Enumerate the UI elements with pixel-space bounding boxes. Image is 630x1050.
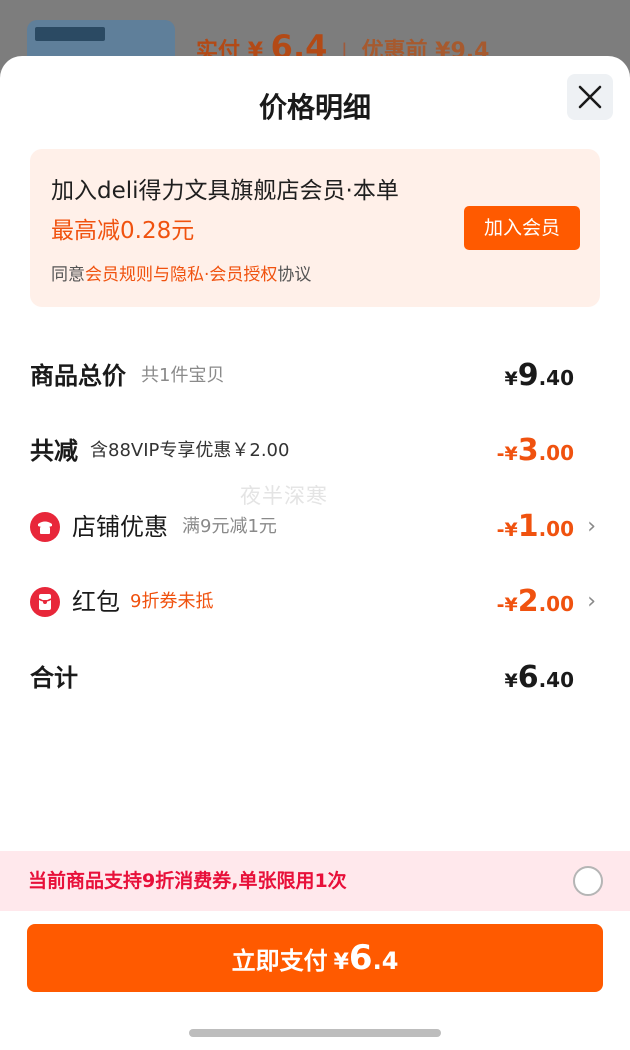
row-red-packet[interactable]: 红包 9折券未抵 -¥2.00 ›	[30, 582, 600, 622]
sum-currency: ¥	[504, 670, 518, 692]
chevron-right-icon: ›	[587, 589, 596, 614]
red-packet-currency: -¥	[496, 594, 518, 616]
agreement-suffix: 协议	[277, 265, 312, 285]
reduction-amount: -¥3.00	[497, 431, 574, 475]
row-sum: 合计 ¥6.40	[30, 658, 600, 698]
shop-discount-amount: -¥1.00	[497, 507, 574, 551]
coupon-strip: 当前商品支持9折消费券,单张限用1次	[0, 851, 630, 911]
red-packet-dec: .00	[538, 592, 574, 616]
total-price-dec: .40	[538, 366, 574, 390]
reduction-label: 共减	[30, 437, 78, 465]
total-price-amount: ¥9.40	[504, 356, 574, 400]
total-price-count: 共1件宝贝	[141, 365, 225, 386]
pay-currency: ¥	[333, 950, 349, 975]
red-packet-amount: -¥2.00	[497, 582, 574, 626]
member-promo-line: 加入deli得力文具旗舰店会员·本单	[51, 178, 399, 204]
member-promo-text: 加入deli得力文具旗舰店会员·本单最高减0.28元	[51, 171, 421, 251]
red-packet-int: 2	[517, 584, 539, 619]
member-banner: 加入deli得力文具旗舰店会员·本单最高减0.28元 同意会员规则与隐私·会员授…	[30, 149, 600, 307]
join-member-button[interactable]: 加入会员	[464, 206, 580, 250]
row-shop-discount[interactable]: 店铺优惠 满9元减1元 -¥1.00 ›	[30, 507, 600, 547]
product-thumbnail-tag	[35, 27, 105, 41]
shop-discount-label: 店铺优惠	[72, 513, 168, 541]
sum-dec: .40	[538, 668, 574, 692]
home-indicator[interactable]	[189, 1029, 441, 1037]
reduction-dec: .00	[538, 441, 574, 465]
pay-dec: .4	[372, 947, 399, 975]
member-agreement: 同意会员规则与隐私·会员授权协议	[51, 260, 311, 285]
chevron-right-icon: ›	[587, 514, 596, 539]
close-button[interactable]	[567, 74, 613, 120]
agreement-prefix: 同意	[51, 265, 85, 285]
sum-label: 合计	[30, 664, 78, 692]
pay-int: 6	[348, 938, 373, 978]
pay-label: 立即支付	[231, 947, 328, 975]
member-promo-highlight: 最高减0.28元	[51, 218, 195, 244]
red-envelope-icon	[30, 587, 60, 617]
shop-discount-rule: 满9元减1元	[182, 516, 277, 537]
shop-discount-currency: -¥	[496, 519, 518, 541]
reduction-detail: 含88VIP专享优惠￥2.00	[90, 440, 290, 461]
shop-discount-dec: .00	[538, 517, 574, 541]
coupon-radio[interactable]	[573, 866, 603, 896]
agreement-link[interactable]: 会员规则与隐私·会员授权	[85, 265, 277, 285]
reduction-int: 3	[517, 433, 539, 468]
coupon-text: 当前商品支持9折消费券,单张限用1次	[28, 870, 347, 892]
watermark: 夜半深寒	[240, 484, 328, 508]
row-total-reduction: 共减 含88VIP专享优惠￥2.00 -¥3.00	[30, 431, 600, 471]
total-price-currency: ¥	[504, 368, 518, 390]
sheet-title: 价格明细	[258, 91, 371, 124]
shop-discount-int: 1	[517, 509, 539, 544]
red-packet-status: 9折券未抵	[130, 591, 214, 612]
red-packet-label: 红包	[72, 588, 120, 616]
total-price-label: 商品总价	[30, 362, 126, 390]
shop-icon	[30, 512, 60, 542]
total-price-int: 9	[517, 358, 539, 393]
sum-int: 6	[517, 660, 539, 695]
sum-amount: ¥6.40	[504, 658, 574, 702]
row-total-price: 商品总价 共1件宝贝 ¥9.40	[30, 356, 600, 396]
pay-now-button[interactable]: 立即支付 ¥6.4	[27, 924, 603, 992]
reduction-currency: -¥	[496, 443, 518, 465]
close-icon	[578, 85, 602, 109]
